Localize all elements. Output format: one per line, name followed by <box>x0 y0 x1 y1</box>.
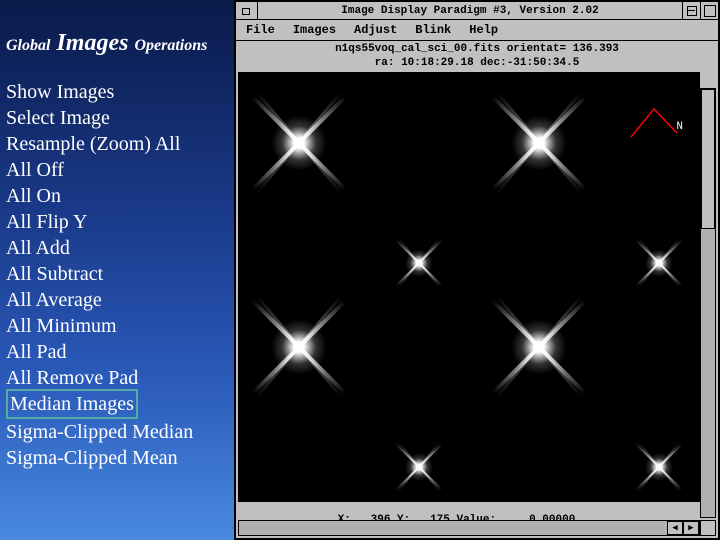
image-panel-3[interactable] <box>239 287 469 501</box>
menu-adjust[interactable]: Adjust <box>354 23 397 37</box>
vertical-scrollbar[interactable] <box>700 88 716 518</box>
sidebar-title: Global Images Operations <box>6 30 228 57</box>
title-word-1: Global <box>6 37 50 54</box>
vertical-scroll-thumb[interactable] <box>701 89 715 229</box>
sidebar-item[interactable]: Show Images <box>6 79 228 105</box>
sidebar-item[interactable]: All Average <box>6 287 228 313</box>
sidebar-item[interactable]: Resample (Zoom) All <box>6 131 228 157</box>
menu-file[interactable]: File <box>246 23 275 37</box>
compass-north-label: N <box>676 121 683 133</box>
sidebar-item[interactable]: All Subtract <box>6 261 228 287</box>
scroll-right-button[interactable]: ▶ <box>683 521 699 535</box>
minimize-button[interactable] <box>682 2 700 19</box>
image-panel-4[interactable] <box>469 287 699 501</box>
sidebar-item[interactable]: Median Images <box>6 389 138 419</box>
resize-corner[interactable] <box>700 520 716 536</box>
sidebar-item[interactable]: Select Image <box>6 105 228 131</box>
menu-images[interactable]: Images <box>293 23 336 37</box>
sidebar-item[interactable]: Sigma-Clipped Mean <box>6 445 228 471</box>
sidebar-item[interactable]: All Pad <box>6 339 228 365</box>
sidebar-item[interactable]: All Remove Pad <box>6 365 228 391</box>
menu-blink[interactable]: Blink <box>415 23 451 37</box>
sidebar-item[interactable]: All Off <box>6 157 228 183</box>
window-title: Image Display Paradigm #3, Version 2.02 <box>258 5 682 17</box>
title-word-2: Images <box>56 30 128 56</box>
sidebar-menu: Show ImagesSelect ImageResample (Zoom) A… <box>6 79 228 471</box>
horizontal-scrollbar[interactable]: ◀ ▶ <box>238 520 700 536</box>
image-viewport[interactable]: N <box>238 72 700 502</box>
titlebar: Image Display Paradigm #3, Version 2.02 <box>236 2 718 20</box>
maximize-button[interactable] <box>700 2 718 19</box>
info-line-coords: ra: 10:18:29.18 dec:-31:50:34.5 <box>236 57 718 72</box>
image-panel-2[interactable]: N <box>469 73 699 287</box>
title-word-3: Operations <box>134 37 207 54</box>
info-line-filename: n1qs55voq_cal_sci_00.fits orientat= 136.… <box>236 41 718 57</box>
sidebar-item[interactable]: All Minimum <box>6 313 228 339</box>
app-window: Image Display Paradigm #3, Version 2.02 … <box>234 0 720 540</box>
compass-icon: N <box>627 103 681 143</box>
sidebar-item[interactable]: All Flip Y <box>6 209 228 235</box>
sidebar-item[interactable]: All On <box>6 183 228 209</box>
status-bar: X: 396 Y: 175 Value: 0.00000 <box>238 502 700 518</box>
system-menu-icon[interactable] <box>236 2 258 19</box>
menubar: File Images Adjust Blink Help <box>236 20 718 41</box>
sidebar-item[interactable]: Sigma-Clipped Median <box>6 419 228 445</box>
scroll-left-button[interactable]: ◀ <box>667 521 683 535</box>
menu-help[interactable]: Help <box>469 23 498 37</box>
image-panel-1[interactable] <box>239 73 469 287</box>
sidebar-item[interactable]: All Add <box>6 235 228 261</box>
sidebar: Global Images Operations Show ImagesSele… <box>0 0 234 540</box>
